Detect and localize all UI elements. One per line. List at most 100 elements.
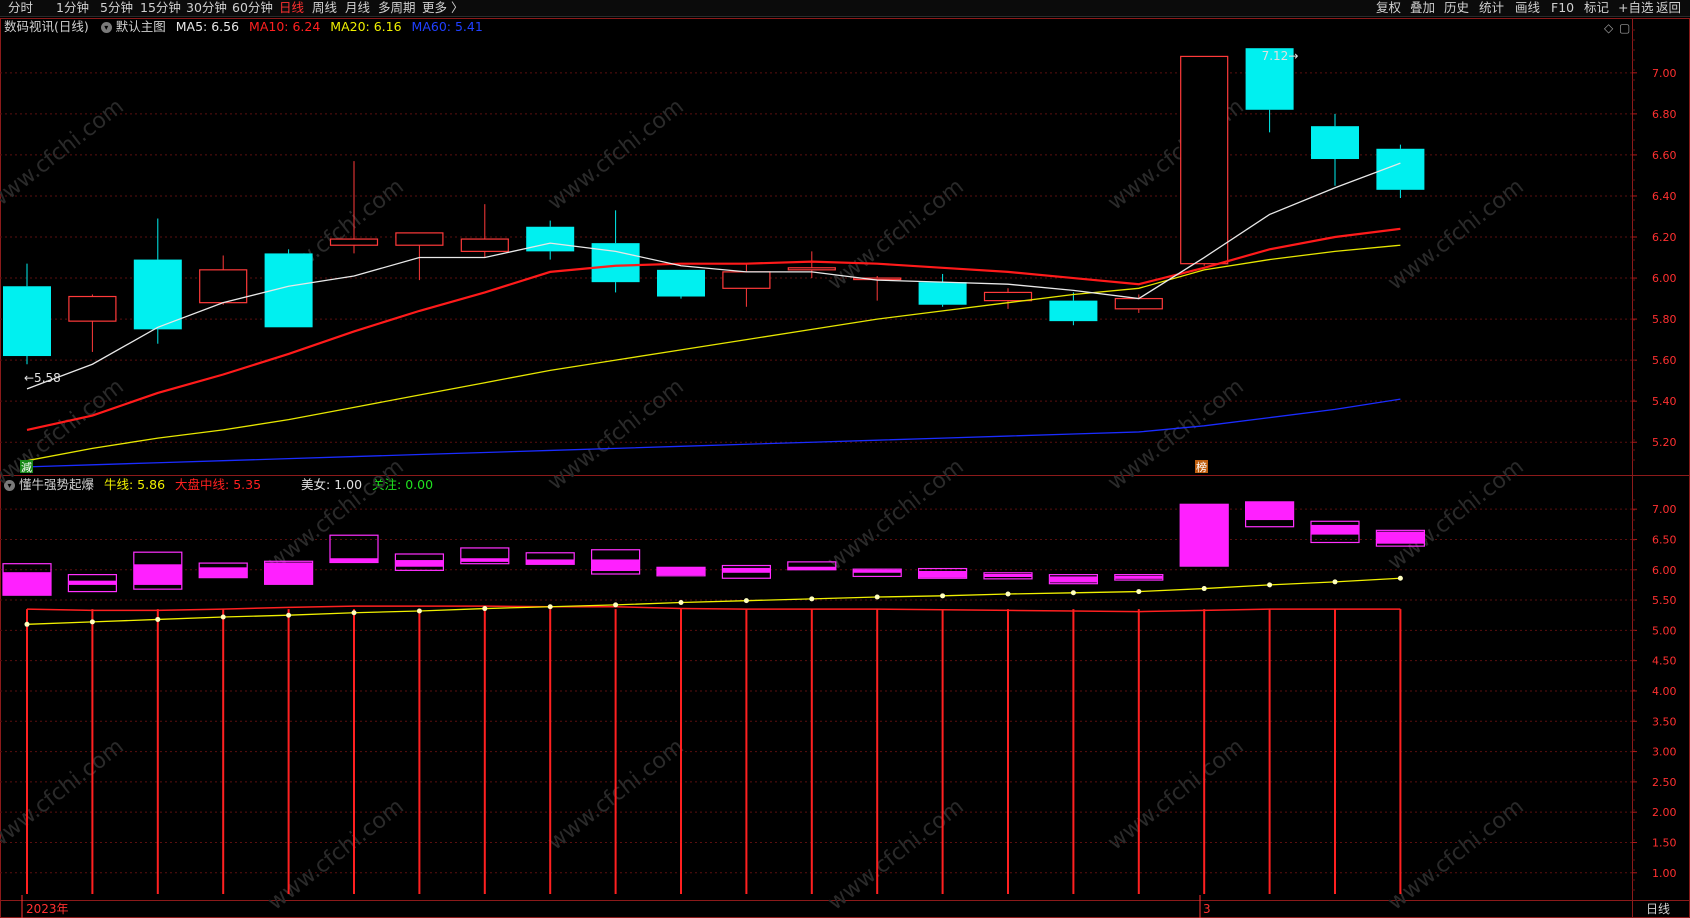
sub-box-fill <box>853 569 902 573</box>
sub-box-fill <box>395 560 444 567</box>
sub-box-fill <box>1376 531 1425 544</box>
niu-dot <box>1201 586 1207 592</box>
low-price-mark: ←5.58 <box>24 371 61 385</box>
candles <box>3 48 1425 365</box>
sub-axis-label: 5.50 <box>1652 594 1677 607</box>
sub-box-fill <box>526 559 575 565</box>
candle-body <box>329 238 379 246</box>
watermark-text: www.cfchi.com <box>543 374 688 495</box>
candle-body <box>460 238 509 252</box>
niu-dot <box>940 593 946 599</box>
niu-dot <box>286 612 292 618</box>
niu-dot <box>743 598 749 604</box>
sub-axis-label: 3.50 <box>1652 715 1677 728</box>
sub-axis-label: 4.00 <box>1652 685 1677 698</box>
candle-body <box>133 259 182 330</box>
sub-box-fill <box>1311 524 1359 535</box>
niu-dot <box>482 606 488 612</box>
chart-frame <box>0 18 1690 918</box>
main-axis-label: 6.80 <box>1652 108 1677 121</box>
niu-dot <box>1267 582 1273 588</box>
sub-axis-label: 1.50 <box>1652 836 1677 849</box>
sub-axis-label: 6.00 <box>1652 564 1677 577</box>
niu-line <box>26 577 1401 625</box>
sub-box-fill <box>1245 501 1294 521</box>
niu-dot <box>24 621 30 627</box>
candle-body <box>983 291 1033 302</box>
main-axis-label: 6.60 <box>1652 149 1677 162</box>
watermarks: www.cfchi.com www.cfchi.com www.cfchi.com w… <box>0 94 1529 915</box>
sub-box-fill <box>918 570 967 578</box>
sub-axis-label: 2.50 <box>1652 776 1677 789</box>
sub-box-fill <box>330 558 378 563</box>
sub-axis-label: 7.00 <box>1652 503 1677 516</box>
sub-box-fill <box>787 566 836 570</box>
watermark-text: www.cfchi.com <box>263 454 408 575</box>
niu-dot <box>89 619 95 625</box>
sub-axis-label: 5.00 <box>1652 624 1677 637</box>
dapan-line <box>26 605 1401 613</box>
sub-lines <box>24 575 1403 627</box>
main-axis-label: 6.00 <box>1652 272 1677 285</box>
sub-box-fill <box>199 567 248 578</box>
niu-dot <box>220 614 226 620</box>
candle-body <box>787 267 836 271</box>
sub-axis-label: 6.50 <box>1652 533 1677 546</box>
price-axes: 7.00 6.80 6.60 6.40 6.20 6.00 5.80 5.60 5.40 5.20… <box>1632 29 1677 891</box>
restore-icon: ▢ <box>1619 21 1630 35</box>
niu-dot <box>547 604 553 610</box>
sub-axis-label: 2.00 <box>1652 806 1677 819</box>
main-axis-label: 5.40 <box>1652 395 1677 408</box>
badge-left: 減 <box>21 460 32 474</box>
niu-dot <box>1332 579 1338 585</box>
main-axis-label: 5.20 <box>1652 436 1677 449</box>
candle-body <box>918 282 967 305</box>
candle-body <box>68 295 117 322</box>
main-axis-label: 7.00 <box>1652 67 1677 80</box>
watermark-text: www.cfchi.com <box>0 374 129 495</box>
candle-body <box>3 286 51 357</box>
candle-body <box>526 226 575 252</box>
month-label: 3 <box>1203 902 1211 916</box>
main-axis-label: 5.60 <box>1652 354 1677 367</box>
niu-dot <box>155 616 161 622</box>
candle-body <box>199 269 248 304</box>
year-label: 2023年 <box>26 902 69 916</box>
watermark-text: www.cfchi.com <box>0 734 129 855</box>
period-label: 日线 <box>1646 902 1670 916</box>
candle-body <box>722 271 771 289</box>
niu-dot <box>1397 575 1403 581</box>
sub-boxes <box>2 501 1426 596</box>
kline-chart[interactable]: www.cfchi.com www.cfchi.com www.cfchi.com w… <box>0 0 1690 918</box>
sub-axis-label: 3.00 <box>1652 746 1677 759</box>
niu-dot <box>1005 591 1011 597</box>
main-axis-label: 6.40 <box>1652 190 1677 203</box>
main-axis-label: 6.20 <box>1652 231 1677 244</box>
watermark-text: www.cfchi.com <box>1103 734 1248 855</box>
badge-right: 榜 <box>1196 460 1207 474</box>
candle-body <box>657 269 705 297</box>
watermark-text: www.cfchi.com <box>1383 454 1528 575</box>
sub-axis-label: 1.00 <box>1652 867 1677 880</box>
niu-dot <box>351 610 357 616</box>
grid <box>0 18 1690 918</box>
niu-dot <box>874 594 880 600</box>
niu-dot <box>416 608 422 614</box>
watermark-text: www.cfchi.com <box>0 94 129 215</box>
sub-box-fill <box>68 580 117 585</box>
watermark-text: www.cfchi.com <box>1383 174 1528 295</box>
sub-box-fill <box>1180 504 1229 566</box>
candle-body <box>1114 297 1163 310</box>
sub-box-fill <box>984 574 1032 577</box>
sub-box-fill <box>3 572 51 596</box>
sub-box-fill <box>1049 576 1098 583</box>
candle-body <box>1311 126 1359 160</box>
sub-box-fill <box>1114 575 1163 579</box>
sub-axis-label: 4.50 <box>1652 655 1677 668</box>
watermark-text: www.cfchi.com <box>823 454 968 575</box>
niu-dot <box>1136 589 1142 595</box>
sub-box-fill <box>264 562 313 585</box>
niu-dot <box>809 596 815 602</box>
niu-dot <box>678 599 684 605</box>
niu-dot <box>1070 590 1076 596</box>
